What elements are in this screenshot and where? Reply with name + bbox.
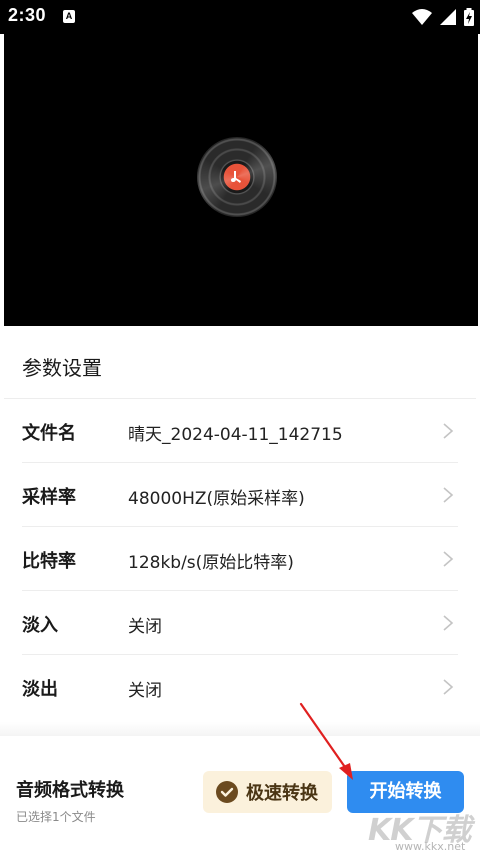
wifi-icon bbox=[412, 9, 432, 25]
conversion-title: 音频格式转换 bbox=[16, 780, 124, 801]
chevron-right-icon bbox=[443, 551, 454, 567]
param-row-bitrate[interactable]: 比特率 128kb/s(原始比特率) bbox=[4, 527, 476, 591]
status-bar: 2:30 A bbox=[0, 0, 480, 34]
param-value: 关闭 bbox=[128, 617, 162, 637]
annotation-arrow-icon bbox=[299, 702, 353, 780]
chevron-right-icon bbox=[443, 423, 454, 439]
divider bbox=[0, 722, 480, 736]
param-value: 关闭 bbox=[128, 681, 162, 701]
status-icons bbox=[412, 7, 474, 27]
params-panel: 参数设置 文件名 晴天_2024-04-11_142715 采样率 48000H… bbox=[4, 326, 476, 736]
watermark-url: www.kkx.net bbox=[395, 840, 466, 853]
param-label: 文件名 bbox=[22, 423, 76, 444]
param-row-fade-out[interactable]: 淡出 关闭 bbox=[4, 655, 476, 719]
param-row-sample-rate[interactable]: 采样率 48000HZ(原始采样率) bbox=[4, 463, 476, 527]
selected-count: 已选择1个文件 bbox=[16, 810, 96, 824]
param-value: 晴天_2024-04-11_142715 bbox=[128, 425, 343, 445]
chevron-right-icon bbox=[443, 487, 454, 503]
param-label: 淡入 bbox=[22, 615, 58, 636]
param-label: 淡出 bbox=[22, 679, 58, 700]
param-label: 比特率 bbox=[22, 551, 76, 572]
param-row-fade-in[interactable]: 淡入 关闭 bbox=[4, 591, 476, 655]
battery-charging-icon bbox=[464, 8, 474, 26]
music-note-icon bbox=[231, 171, 241, 183]
param-value: 48000HZ(原始采样率) bbox=[128, 489, 305, 509]
chevron-right-icon bbox=[443, 679, 454, 695]
param-row-filename[interactable]: 文件名 晴天_2024-04-11_142715 bbox=[4, 399, 476, 463]
audio-preview-area[interactable] bbox=[4, 34, 478, 326]
check-icon bbox=[216, 781, 238, 803]
notification-badge: A bbox=[63, 10, 75, 23]
chevron-right-icon bbox=[443, 615, 454, 631]
param-label: 采样率 bbox=[22, 487, 76, 508]
params-title: 参数设置 bbox=[22, 356, 102, 380]
signal-icon bbox=[440, 9, 456, 25]
param-value: 128kb/s(原始比特率) bbox=[128, 553, 294, 573]
status-time: 2:30 bbox=[8, 5, 47, 25]
